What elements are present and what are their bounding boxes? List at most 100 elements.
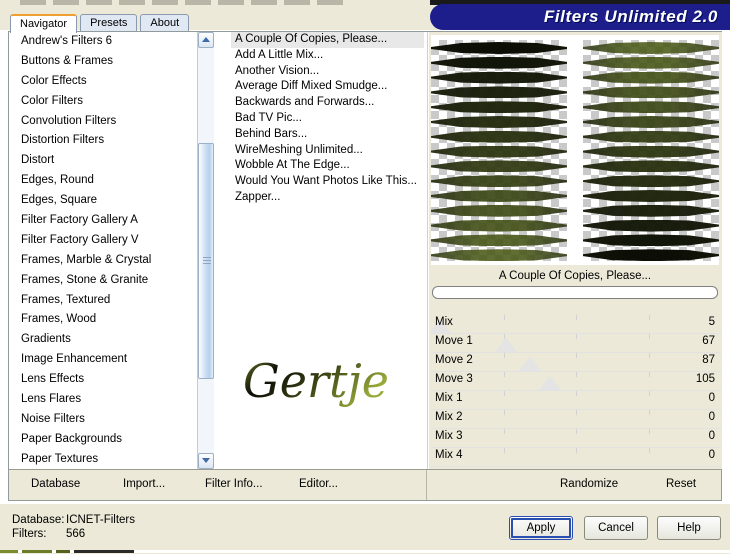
preview-band: [431, 71, 567, 84]
filters-label: Filters:: [12, 528, 47, 540]
editor-link[interactable]: Editor...: [299, 478, 338, 490]
category-item[interactable]: Image Enhancement: [9, 350, 214, 370]
parameter-value: 0: [708, 430, 715, 442]
filter-info-link[interactable]: Filter Info...: [205, 478, 263, 490]
slider-thumb[interactable]: [538, 376, 561, 390]
category-item[interactable]: Color Filters: [9, 92, 214, 112]
filter-item[interactable]: Wobble At The Edge...: [231, 158, 424, 174]
app-banner: Filters Unlimited 2.0: [430, 4, 730, 30]
tab-bar: Navigator Presets About: [10, 14, 192, 33]
category-item[interactable]: Distortion Filters: [9, 131, 214, 151]
category-item[interactable]: Paper Backgrounds: [9, 430, 214, 450]
slider-ticks: [431, 315, 721, 333]
help-button[interactable]: Help: [657, 516, 721, 540]
category-list[interactable]: Andrew's Filters 6 Buttons & Frames Color …: [9, 32, 214, 469]
parameter-sliders[interactable]: Mix 5 Move 1 67 Move 2 87 Move 3 105 Mix 1 0 Mix 2…: [431, 315, 721, 467]
parameter-value: 0: [708, 449, 715, 461]
parameter-label: Move 3: [435, 373, 473, 385]
apply-button[interactable]: Apply: [509, 516, 573, 540]
category-item[interactable]: Frames, Stone & Granite: [9, 271, 214, 291]
filter-list[interactable]: A Couple Of Copies, Please... Add A Littl…: [231, 32, 424, 469]
parameter-slider-row[interactable]: Move 2 87: [431, 353, 721, 372]
preview-band: [583, 116, 719, 128]
slider-thumb[interactable]: [518, 357, 541, 371]
category-item[interactable]: Filter Factory Gallery V: [9, 231, 214, 251]
preview-caption: A Couple Of Copies, Please...: [498, 270, 652, 282]
preview-band: [583, 145, 719, 158]
category-item[interactable]: Convolution Filters: [9, 112, 214, 132]
slider-thumb[interactable]: [495, 338, 518, 352]
preview-band: [431, 56, 567, 69]
parameter-label: Mix: [435, 316, 453, 328]
preview-band: [431, 160, 567, 173]
scroll-down-button[interactable]: [198, 453, 214, 469]
preview-band: [583, 56, 719, 69]
preview-band: [583, 160, 719, 173]
filter-item[interactable]: Backwards and Forwards...: [231, 95, 424, 111]
category-item[interactable]: Buttons & Frames: [9, 52, 214, 72]
preview-center-gap: [567, 35, 583, 265]
filter-item[interactable]: Behind Bars...: [231, 127, 424, 143]
scrollbar-thumb[interactable]: [198, 143, 214, 379]
filter-item[interactable]: Another Vision...: [231, 64, 424, 80]
category-item[interactable]: Frames, Textured: [9, 291, 214, 311]
preview-band: [431, 145, 567, 158]
category-item[interactable]: Edges, Square: [9, 191, 214, 211]
filter-item[interactable]: Zapper...: [231, 190, 424, 206]
panel-divider: [427, 32, 428, 469]
category-item[interactable]: Edges, Round: [9, 171, 214, 191]
preview-band: [583, 130, 719, 143]
import-link[interactable]: Import...: [123, 478, 165, 490]
category-item[interactable]: Distort: [9, 151, 214, 171]
randomize-link[interactable]: Randomize: [560, 478, 618, 490]
cancel-button[interactable]: Cancel: [584, 516, 648, 540]
category-item[interactable]: Paper Textures: [9, 450, 214, 469]
parameter-slider-row[interactable]: Move 3 105: [431, 372, 721, 391]
parameter-slider-row[interactable]: Mix 4 0: [431, 448, 721, 467]
parameter-label: Move 2: [435, 354, 473, 366]
category-item[interactable]: Noise Filters: [9, 410, 214, 430]
category-item[interactable]: Gradients: [9, 330, 214, 350]
filter-item-selected[interactable]: A Couple Of Copies, Please...: [231, 32, 424, 48]
preview-band: [583, 86, 719, 99]
preview-band: [431, 130, 567, 143]
preview-band: [583, 42, 719, 54]
filter-item[interactable]: Average Diff Mixed Smudge...: [231, 79, 424, 95]
category-item[interactable]: Frames, Wood: [9, 310, 214, 330]
preview-band: [583, 190, 719, 202]
filter-item[interactable]: Add A Little Mix...: [231, 48, 424, 64]
toolbar-divider: [426, 470, 427, 500]
preview-band: [431, 116, 567, 128]
filter-item[interactable]: Bad TV Pic...: [231, 111, 424, 127]
slider-ticks: [431, 372, 721, 390]
scroll-up-button[interactable]: [198, 32, 214, 48]
tab-about[interactable]: About: [140, 14, 190, 31]
category-item[interactable]: Color Effects: [9, 72, 214, 92]
filter-preview-image[interactable]: [431, 35, 719, 265]
filters-count: 566: [66, 528, 86, 540]
preview-band: [583, 204, 719, 217]
database-value: ICNET-Filters: [66, 514, 135, 526]
parameter-slider-row[interactable]: Move 1 67: [431, 334, 721, 353]
tab-navigator[interactable]: Navigator: [10, 14, 78, 33]
category-item[interactable]: Frames, Marble & Crystal: [9, 251, 214, 271]
slider-ticks: [431, 391, 721, 409]
category-item[interactable]: Andrew's Filters 6: [9, 32, 214, 52]
parameter-label: Move 1: [435, 335, 473, 347]
parameter-slider-row[interactable]: Mix 5: [431, 315, 721, 334]
preview-panel: A Couple Of Copies, Please... Mix 5 Move 1…: [429, 32, 722, 469]
category-item[interactable]: Lens Effects: [9, 370, 214, 390]
grip-icon: [203, 257, 211, 265]
category-scrollbar[interactable]: [197, 32, 214, 469]
database-link[interactable]: Database: [31, 478, 80, 490]
parameter-slider-row[interactable]: Mix 1 0: [431, 391, 721, 410]
parameter-slider-row[interactable]: Mix 2 0: [431, 410, 721, 429]
tab-presets[interactable]: Presets: [80, 14, 138, 31]
filter-item[interactable]: Would You Want Photos Like This...: [231, 174, 424, 190]
parameter-slider-row[interactable]: Mix 3 0: [431, 429, 721, 448]
filter-item[interactable]: WireMeshing Unlimited...: [231, 143, 424, 159]
category-item[interactable]: Lens Flares: [9, 390, 214, 410]
category-item[interactable]: Filter Factory Gallery A: [9, 211, 214, 231]
reset-link[interactable]: Reset: [666, 478, 696, 490]
parameter-value: 87: [702, 354, 715, 366]
